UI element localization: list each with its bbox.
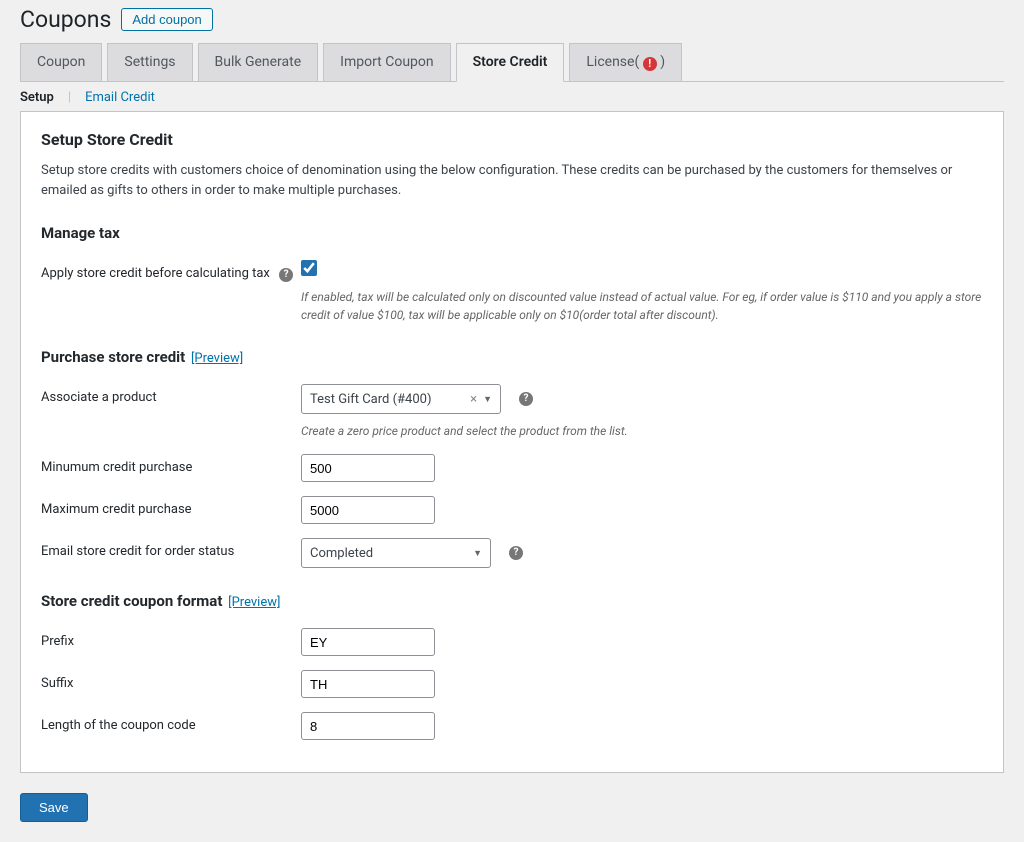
manage-tax-heading: Manage tax [41, 224, 983, 242]
help-icon[interactable]: ? [509, 546, 523, 560]
purchase-heading: Purchase store credit [Preview] [41, 348, 983, 366]
max-credit-input[interactable] [301, 496, 435, 524]
main-tabs: Coupon Settings Bulk Generate Import Cou… [20, 43, 1004, 82]
length-input[interactable] [301, 712, 435, 740]
add-coupon-button[interactable]: Add coupon [121, 8, 212, 31]
associate-label: Associate a product [41, 384, 301, 405]
email-status-select[interactable]: Completed ▼ [301, 538, 491, 568]
tab-settings[interactable]: Settings [107, 43, 192, 81]
page-header: Coupons Add coupon [20, 0, 1004, 33]
max-credit-label: Maximum credit purchase [41, 496, 301, 517]
email-status-label: Email store credit for order status [41, 538, 301, 559]
save-button[interactable]: Save [20, 793, 88, 822]
tab-import-coupon[interactable]: Import Coupon [323, 43, 450, 81]
row-prefix: Prefix [41, 628, 983, 656]
min-credit-input[interactable] [301, 454, 435, 482]
preview-link-format[interactable]: [Preview] [228, 595, 280, 610]
alert-icon: ! [643, 57, 657, 71]
row-apply-tax: Apply store credit before calculating ta… [41, 260, 983, 324]
row-max-credit: Maximum credit purchase [41, 496, 983, 524]
apply-tax-checkbox[interactable] [301, 260, 317, 276]
format-heading: Store credit coupon format [Preview] [41, 592, 983, 610]
tab-store-credit[interactable]: Store Credit [456, 43, 565, 82]
row-suffix: Suffix [41, 670, 983, 698]
associate-hint: Create a zero price product and select t… [301, 422, 983, 440]
tab-coupon[interactable]: Coupon [20, 43, 102, 81]
tab-bulk-generate[interactable]: Bulk Generate [198, 43, 319, 81]
sub-tabs: Setup | Email Credit [20, 82, 1004, 111]
help-icon[interactable]: ? [279, 268, 293, 282]
suffix-input[interactable] [301, 670, 435, 698]
prefix-input[interactable] [301, 628, 435, 656]
apply-tax-label: Apply store credit before calculating ta… [41, 266, 270, 281]
chevron-down-icon: ▼ [473, 548, 482, 559]
row-length: Length of the coupon code [41, 712, 983, 740]
prefix-label: Prefix [41, 628, 301, 649]
setup-desc: Setup store credits with customers choic… [41, 161, 983, 200]
tab-license[interactable]: License( ! ) [569, 43, 682, 81]
setup-title: Setup Store Credit [41, 130, 983, 149]
clear-icon[interactable]: × [470, 392, 483, 407]
help-icon[interactable]: ? [519, 392, 533, 406]
chevron-down-icon: ▼ [483, 394, 492, 405]
min-credit-label: Minumum credit purchase [41, 454, 301, 475]
settings-panel: Setup Store Credit Setup store credits w… [20, 111, 1004, 773]
page-title: Coupons [20, 6, 111, 33]
subtab-email-credit[interactable]: Email Credit [85, 90, 155, 105]
apply-tax-hint: If enabled, tax will be calculated only … [301, 288, 983, 324]
row-email-status: Email store credit for order status Comp… [41, 538, 983, 568]
associate-product-select[interactable]: Test Gift Card (#400) × ▼ [301, 384, 501, 414]
subtab-setup[interactable]: Setup [20, 90, 54, 105]
length-label: Length of the coupon code [41, 712, 301, 733]
preview-link-purchase[interactable]: [Preview] [191, 351, 243, 366]
row-min-credit: Minumum credit purchase [41, 454, 983, 482]
row-associate-product: Associate a product Test Gift Card (#400… [41, 384, 983, 440]
suffix-label: Suffix [41, 670, 301, 691]
